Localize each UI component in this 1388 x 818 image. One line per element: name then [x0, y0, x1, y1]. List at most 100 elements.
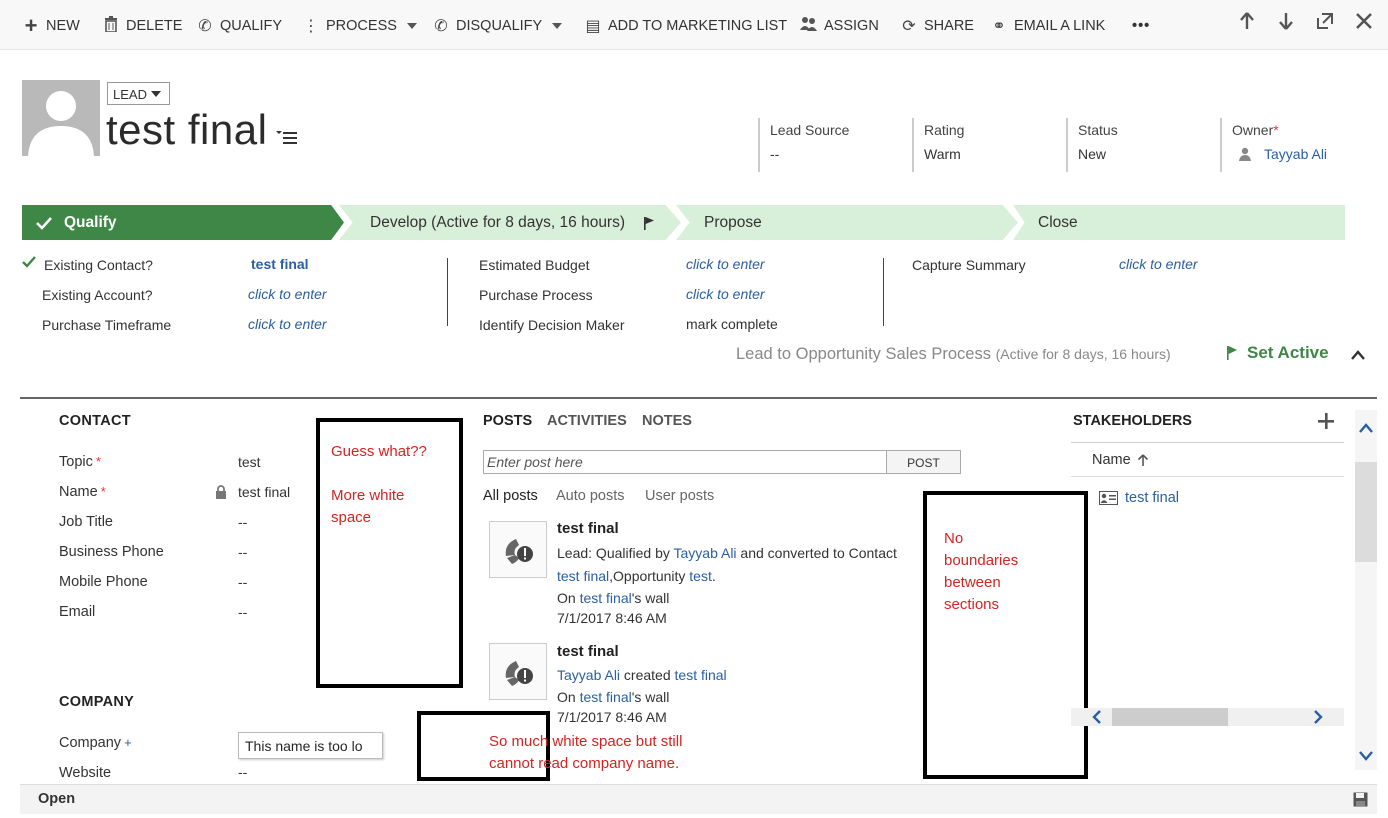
avatar[interactable]: [22, 80, 100, 156]
mobile-phone-value[interactable]: --: [238, 574, 247, 590]
company-input[interactable]: This name is too lo: [238, 732, 383, 759]
post-title[interactable]: test final: [557, 643, 619, 660]
annotation-text: So much white space but still: [489, 733, 683, 750]
scrollbar-thumb[interactable]: [1112, 708, 1228, 726]
filter-auto-posts[interactable]: Auto posts: [556, 488, 625, 504]
add-stakeholder-button[interactable]: [1318, 407, 1334, 436]
stakeholders-heading: STAKEHOLDERS: [1073, 413, 1192, 429]
mobile-phone-label: Mobile Phone: [59, 574, 148, 590]
step-label: Estimated Budget: [479, 257, 590, 273]
post-timestamp: 7/1/2017 8:46 AM: [557, 610, 667, 626]
new-button[interactable]: + NEW: [22, 13, 80, 38]
divider: [1071, 442, 1344, 443]
process-button[interactable]: ⋮ PROCESS: [302, 15, 417, 37]
arrow-down-icon: [1279, 13, 1293, 30]
divider: [1071, 476, 1344, 477]
step-label: Existing Contact?: [44, 257, 153, 273]
step-label: Identify Decision Maker: [479, 317, 625, 333]
website-value[interactable]: --: [238, 764, 247, 780]
stage-develop[interactable]: Develop (Active for 8 days, 16 hours): [339, 205, 681, 240]
opportunity-link[interactable]: test: [689, 568, 712, 584]
qualify-button[interactable]: ✆ QUALIFY: [196, 15, 282, 37]
scroll-left-icon[interactable]: [1091, 710, 1103, 724]
post-input[interactable]: Enter post here: [483, 450, 887, 474]
wall-link[interactable]: test final: [580, 590, 632, 606]
contact-link[interactable]: test final: [675, 667, 727, 683]
post-timestamp: 7/1/2017 8:46 AM: [557, 709, 667, 725]
share-button[interactable]: ⟳ SHARE: [900, 15, 974, 37]
popout-button[interactable]: [1314, 12, 1336, 36]
name-column-header[interactable]: Name: [1092, 452, 1149, 468]
business-phone-value[interactable]: --: [238, 544, 247, 560]
step-complete-check-icon: [22, 256, 36, 268]
post-body: Tayyab Ali created test final: [557, 667, 727, 683]
entity-type-selector[interactable]: LEAD: [107, 82, 170, 105]
owner-field[interactable]: Owner* Tayyab Ali: [1220, 118, 1327, 172]
capture-summary-input[interactable]: click to enter: [1119, 256, 1198, 272]
form-selector-button[interactable]: [276, 128, 298, 146]
tab-activities[interactable]: ACTIVITIES: [547, 413, 627, 429]
plus-icon: [1318, 413, 1334, 429]
topic-label: Topic *: [59, 454, 101, 470]
email-value[interactable]: --: [238, 604, 247, 620]
filter-all-posts[interactable]: All posts: [483, 488, 538, 504]
tab-posts[interactable]: POSTS: [483, 413, 532, 429]
tab-notes[interactable]: NOTES: [642, 413, 692, 429]
user-link[interactable]: Tayyab Ali: [557, 667, 620, 683]
link-icon: ⚭: [992, 18, 1006, 35]
mark-complete-button[interactable]: mark complete: [686, 316, 778, 332]
status-field[interactable]: Status New: [1066, 118, 1118, 172]
contact-link[interactable]: test final: [557, 568, 609, 584]
more-commands-button[interactable]: •••: [1132, 15, 1150, 37]
name-value[interactable]: test final: [238, 484, 290, 500]
user-link[interactable]: Tayyab Ali: [674, 545, 737, 561]
save-icon[interactable]: [1353, 792, 1368, 807]
close-button[interactable]: [1353, 12, 1375, 36]
collapse-process-button[interactable]: [1351, 350, 1365, 360]
rating-field[interactable]: Rating Warm: [912, 118, 964, 172]
stakeholder-row[interactable]: test final: [1099, 490, 1179, 506]
set-active-button[interactable]: Set Active: [1226, 343, 1329, 363]
scroll-down-icon[interactable]: [1358, 750, 1374, 762]
wall-link[interactable]: test final: [580, 689, 632, 705]
delete-button[interactable]: DELETE: [102, 15, 182, 37]
owner-link[interactable]: Tayyab Ali: [1264, 146, 1327, 162]
post-wall: On test final's wall: [557, 590, 670, 606]
process-name: Lead to Opportunity Sales Process (Activ…: [736, 345, 1171, 363]
purchase-timeframe-input[interactable]: click to enter: [248, 316, 327, 332]
scrollbar-thumb[interactable]: [1355, 462, 1377, 562]
assign-button[interactable]: ASSIGN: [800, 15, 879, 37]
email-a-link-button[interactable]: ⚭ EMAIL A LINK: [990, 15, 1105, 37]
post-button[interactable]: POST: [886, 450, 961, 474]
annotation-text: Guess what??: [331, 443, 427, 460]
plus-icon: +: [24, 13, 38, 38]
step-label: Purchase Process: [479, 287, 593, 303]
step-label: Existing Account?: [42, 287, 153, 303]
stage-close[interactable]: Close: [1013, 205, 1345, 240]
topic-value[interactable]: test: [238, 454, 261, 470]
add-to-marketing-list-button[interactable]: ▤ ADD TO MARKETING LIST: [584, 15, 787, 37]
post-title[interactable]: test final: [557, 520, 619, 537]
existing-account-input[interactable]: click to enter: [248, 286, 327, 302]
lead-source-field[interactable]: Lead Source --: [758, 118, 849, 172]
existing-contact-link[interactable]: test final: [251, 256, 309, 272]
purchase-process-input[interactable]: click to enter: [686, 286, 765, 302]
stage-qualify[interactable]: Qualify: [22, 205, 344, 240]
process-icon: ⋮: [303, 18, 319, 35]
scroll-right-icon[interactable]: [1312, 710, 1324, 724]
estimated-budget-input[interactable]: click to enter: [686, 256, 765, 272]
disqualify-button[interactable]: ✆ DISQUALIFY: [432, 15, 563, 37]
next-record-button[interactable]: [1275, 12, 1297, 36]
job-title-label: Job Title: [59, 514, 113, 530]
company-label: Company +: [59, 735, 132, 751]
job-title-value[interactable]: --: [238, 514, 247, 530]
website-label: Website: [59, 765, 112, 781]
phone-x-icon: ✆: [434, 18, 448, 35]
scroll-up-icon[interactable]: [1358, 422, 1374, 434]
filter-user-posts[interactable]: User posts: [645, 488, 714, 504]
stage-propose[interactable]: Propose: [676, 205, 1018, 240]
post-avatar: [489, 521, 547, 578]
previous-record-button[interactable]: [1236, 12, 1258, 36]
step-label: Capture Summary: [912, 257, 1026, 273]
assign-users-icon: [800, 16, 818, 37]
